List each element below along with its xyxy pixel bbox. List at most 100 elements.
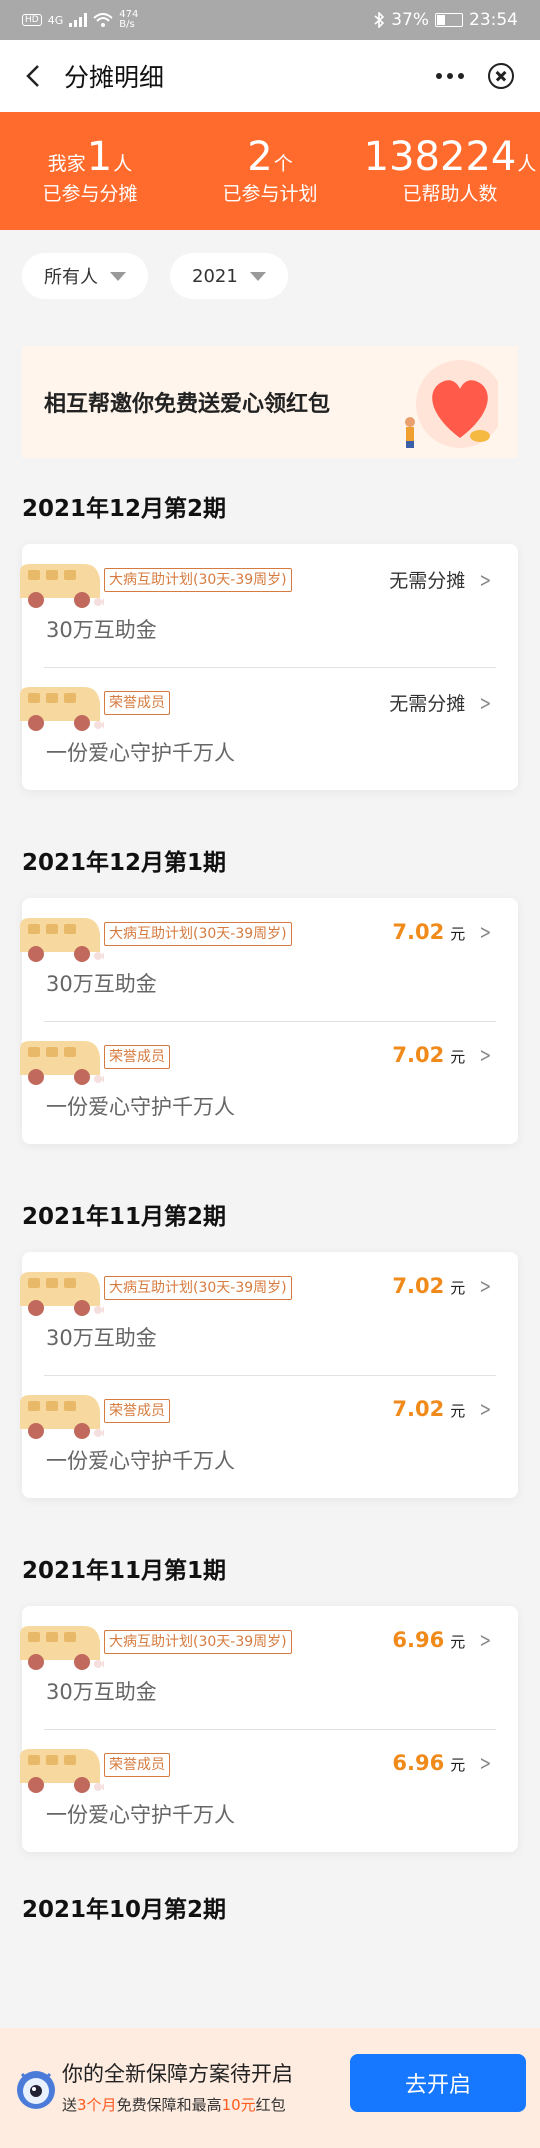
bottom-promo-bar: 你的全新保障方案待开启 送3个月免费保障和最高10元红包 去开启	[0, 2028, 540, 2148]
plan-subtitle: 30万互助金	[46, 972, 157, 996]
share-amount: 7.02	[392, 1397, 445, 1421]
row-divider	[44, 1375, 496, 1376]
currency-unit: 元	[450, 1048, 466, 1066]
stat-number: 1	[86, 133, 113, 180]
plan-subtitle: 一份爱心守护千万人	[46, 1803, 235, 1827]
row-detail: 无需分摊 >	[389, 566, 494, 593]
battery-percent: 37%	[391, 10, 429, 30]
bus-icon	[20, 1395, 104, 1439]
speed-unit: B/s	[119, 19, 135, 30]
stat-unit: 个	[273, 152, 293, 175]
stat-number: 2	[247, 133, 273, 180]
nav-actions	[436, 63, 514, 89]
plan-tag: 荣誉成员	[104, 691, 170, 715]
plan-subtitle: 一份爱心守护千万人	[46, 1095, 235, 1119]
battery-level	[437, 15, 445, 25]
row-detail: 7.02 元 >	[392, 920, 494, 944]
network-type: 4G	[47, 13, 64, 27]
caret-down-icon	[249, 271, 266, 281]
network-speed: 474 B/s	[119, 10, 138, 30]
currency-unit: 元	[450, 1633, 466, 1651]
stat-label: 已参与计划	[222, 182, 318, 205]
period-title: 2021年12月第2期	[22, 496, 227, 522]
plan-row[interactable]: 荣誉成员 一份爱心守护千万人 6.96 元 >	[20, 1729, 518, 1852]
plan-row[interactable]: 荣誉成员 一份爱心守护千万人 无需分摊 >	[20, 667, 518, 790]
plan-tag: 大病互助计划(30天-39周岁)	[104, 1276, 292, 1300]
heart-gift-icon	[405, 360, 498, 448]
chevron-right-icon: >	[479, 920, 492, 944]
row-divider	[44, 1729, 496, 1730]
share-status: 无需分摊	[389, 570, 466, 592]
plan-subtitle: 30万互助金	[46, 1326, 157, 1350]
filter-bar: 所有人 2021	[0, 230, 540, 322]
promo-highlight-amount: 10元	[221, 2096, 256, 2114]
bus-icon	[20, 1749, 104, 1793]
period-card: 大病互助计划(30天-39周岁) 30万互助金 7.02 元 > 荣誉成员 一份爱心守护千万…	[20, 1252, 518, 1498]
promo-sub-middle: 免费保障和最高	[116, 2096, 222, 2114]
battery-icon	[435, 13, 463, 27]
plan-subtitle: 30万互助金	[46, 1680, 157, 1704]
stat-plans: 2 个 已参与计划	[180, 112, 360, 230]
share-amount: 6.96	[392, 1751, 445, 1775]
chevron-right-icon: >	[479, 568, 492, 592]
stat-unit: 人	[113, 152, 133, 175]
chevron-right-icon: >	[479, 1274, 492, 1298]
currency-unit: 元	[450, 1402, 466, 1420]
year-filter-dropdown[interactable]: 2021	[170, 253, 288, 299]
share-amount: 7.02	[392, 1274, 445, 1298]
back-arrow-icon[interactable]	[22, 64, 46, 88]
stat-unit: 人	[517, 152, 537, 175]
plan-tag: 大病互助计划(30天-39周岁)	[104, 568, 292, 592]
plan-row[interactable]: 大病互助计划(30天-39周岁) 30万互助金 6.96 元 >	[20, 1606, 518, 1729]
member-filter-dropdown[interactable]: 所有人	[22, 253, 148, 299]
bus-icon	[20, 687, 104, 731]
row-detail: 6.96 元 >	[392, 1751, 494, 1775]
signal-icon	[69, 13, 88, 27]
status-bar: HD 4G 474 B/s 37% 23:54	[0, 0, 540, 40]
hd-badge: HD	[22, 14, 42, 26]
chevron-right-icon: >	[479, 1043, 492, 1067]
share-status: 无需分摊	[389, 693, 466, 715]
share-amount: 7.02	[392, 920, 445, 944]
period-title: 2021年12月第1期	[22, 850, 227, 876]
chevron-right-icon: >	[479, 1628, 492, 1652]
plan-row[interactable]: 大病互助计划(30天-39周岁) 30万互助金 7.02 元 >	[20, 898, 518, 1021]
close-circle-icon[interactable]	[488, 63, 514, 89]
bluetooth-icon	[374, 12, 385, 28]
share-amount: 7.02	[392, 1043, 445, 1067]
wifi-icon	[93, 13, 113, 27]
row-detail: 7.02 元 >	[392, 1397, 494, 1421]
plan-tag: 荣誉成员	[104, 1399, 170, 1423]
plan-row[interactable]: 荣誉成员 一份爱心守护千万人 7.02 元 >	[20, 1375, 518, 1498]
plan-row[interactable]: 荣誉成员一份爱心守护千万人 7.02 元 >	[20, 1021, 518, 1144]
plan-subtitle: 一份爱心守护千万人	[46, 741, 235, 765]
bus-icon	[20, 1041, 104, 1085]
filter-label: 所有人	[44, 267, 98, 288]
nav-bar: 分摊明细	[0, 40, 540, 112]
promo-sub-suffix: 红包	[255, 2096, 286, 2114]
plan-tag: 荣誉成员	[104, 1045, 170, 1069]
bus-icon	[20, 1626, 104, 1670]
row-divider	[44, 667, 496, 668]
filter-label: 2021	[192, 265, 238, 287]
stat-number: 138224	[363, 133, 517, 180]
chevron-right-icon: >	[479, 1397, 492, 1421]
status-right: 37% 23:54	[373, 10, 518, 30]
period-title: 2021年11月第1期	[22, 1558, 227, 1584]
status-left: HD 4G 474 B/s	[22, 10, 138, 30]
period-card: 大病互助计划(30天-39周岁) 30万互助金 6.96 元 > 荣誉成员 一份爱心守护千万…	[20, 1606, 518, 1852]
open-button[interactable]: 去开启	[350, 2054, 526, 2112]
period-card: 大病互助计划(30天-39周岁) 30万互助金 无需分摊 > 荣誉成员 一份爱心守护千万人…	[20, 544, 518, 790]
more-dots-icon[interactable]	[436, 73, 464, 79]
clock: 23:54	[469, 10, 518, 30]
stat-label: 已帮助人数	[402, 182, 498, 205]
promo-main-text: 你的全新保障方案待开启	[62, 2062, 293, 2086]
plan-row[interactable]: 大病互助计划(30天-39周岁) 30万互助金 无需分摊 >	[20, 544, 518, 667]
share-amount: 6.96	[392, 1628, 445, 1652]
invite-banner[interactable]: 相互帮邀你免费送爱心领红包	[22, 346, 518, 458]
currency-unit: 元	[450, 1756, 466, 1774]
promo-sub-text: 送3个月免费保障和最高10元红包	[62, 2094, 293, 2115]
currency-unit: 元	[450, 925, 466, 943]
plan-row[interactable]: 大病互助计划(30天-39周岁) 30万互助金 7.02 元 >	[20, 1252, 518, 1375]
period-title: 2021年10月第2期	[22, 1897, 227, 1923]
